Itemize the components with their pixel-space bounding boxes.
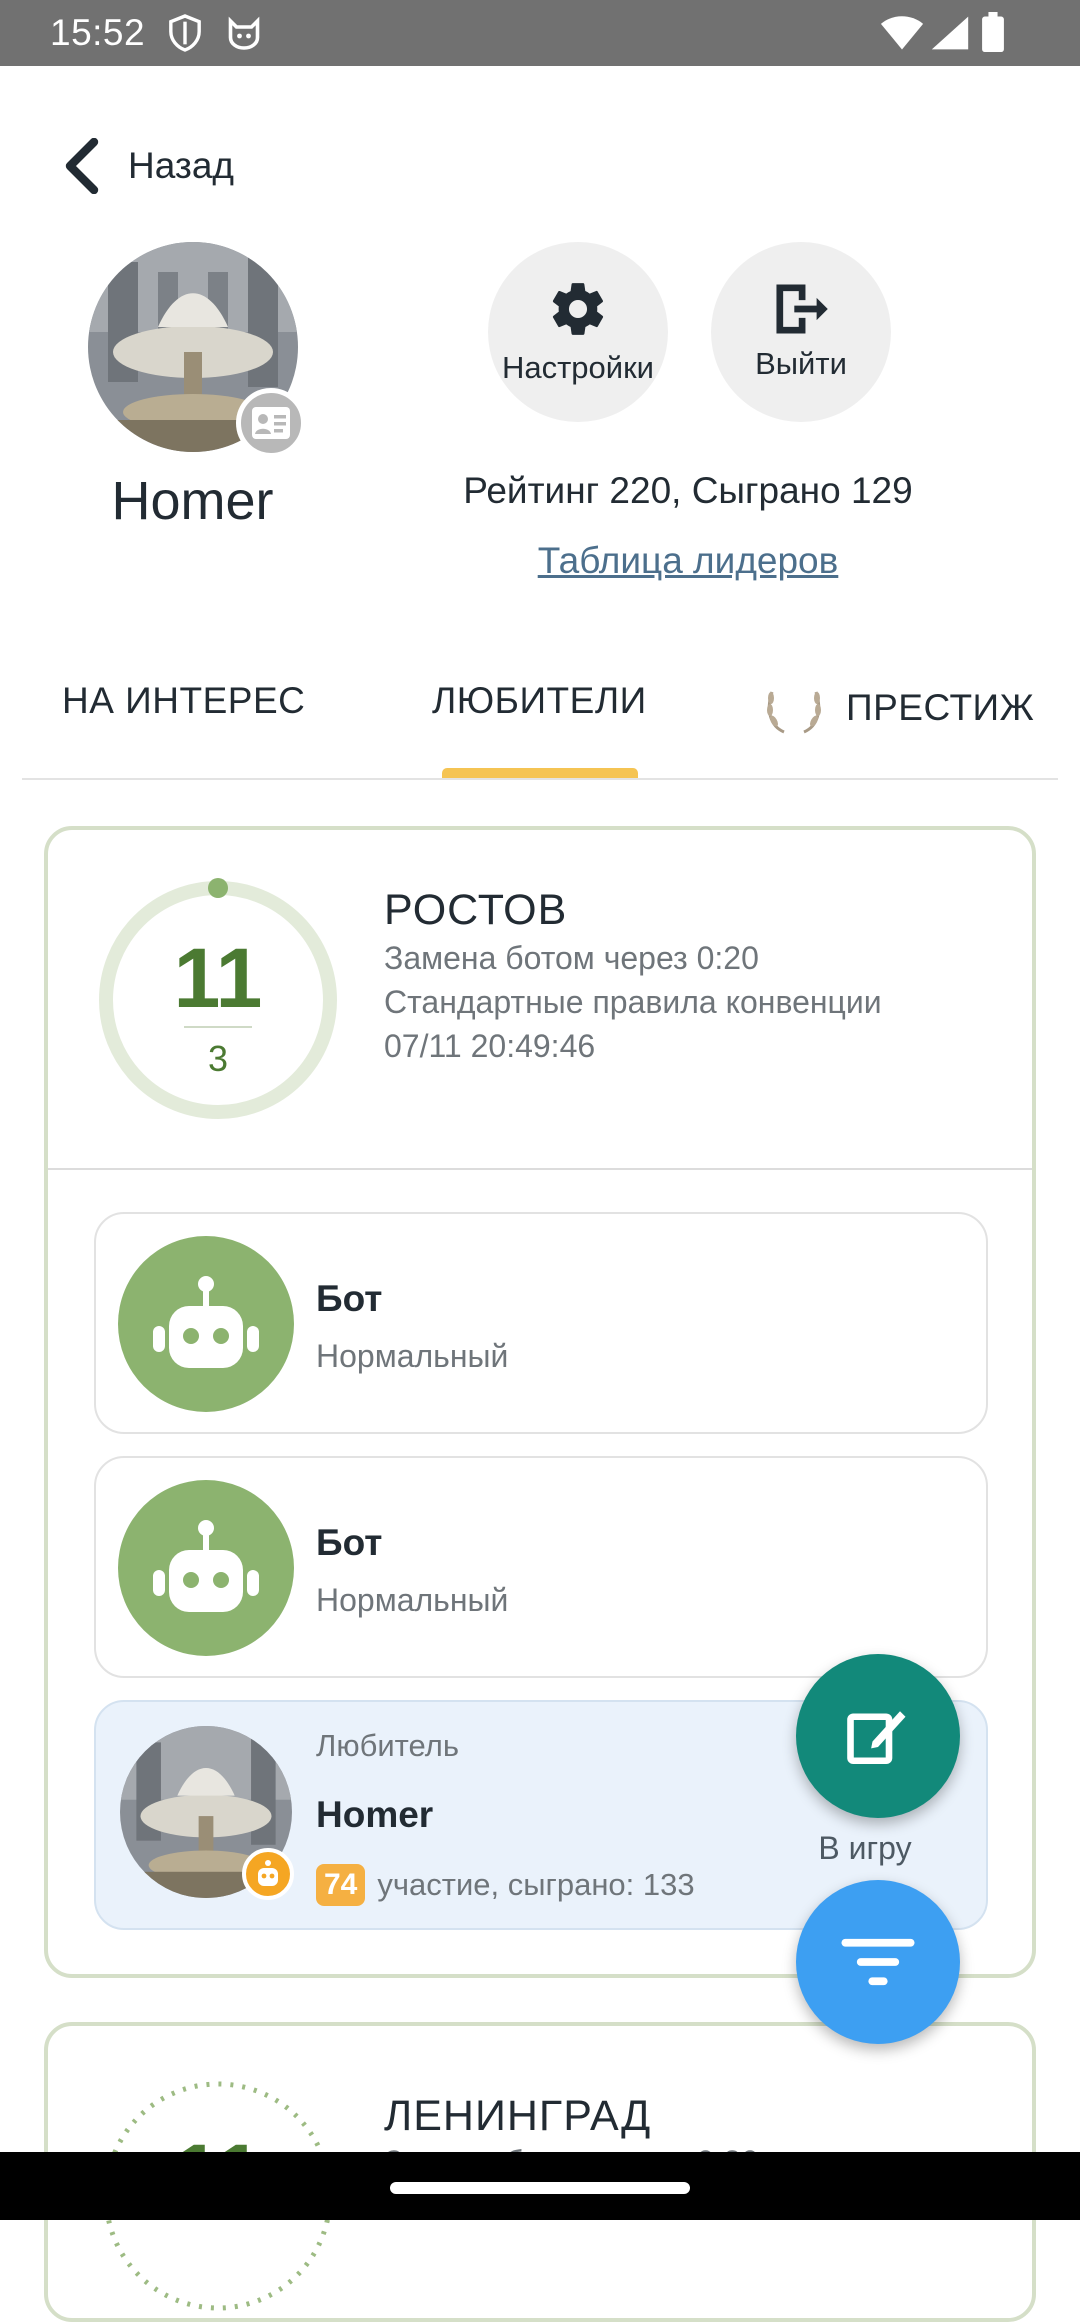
play-button-label: В игру	[818, 1830, 912, 1866]
bot-replacement-text: Замена ботом через 0:20	[384, 940, 759, 976]
filter-button[interactable]	[796, 1880, 960, 2044]
player-level: Нормальный	[316, 1582, 509, 1618]
player-stats: 74 участие, сыграно: 133	[316, 1864, 695, 1906]
status-time: 15:52	[50, 12, 146, 53]
play-button[interactable]	[796, 1654, 960, 1818]
laurel-wreath-icon	[767, 691, 821, 734]
rules-text: Стандартные правила конвенции	[384, 984, 882, 1020]
logout-button[interactable]: Выйти	[711, 242, 891, 422]
game-city: ЛЕНИНГРАД	[384, 2092, 652, 2140]
profile-card-icon	[236, 388, 306, 458]
leaderboard-link[interactable]: Таблица лидеров	[400, 540, 976, 582]
card-divider	[48, 1168, 1032, 1170]
player-name: Бот	[316, 1522, 383, 1563]
logout-icon	[776, 284, 828, 334]
edit-icon	[847, 1711, 906, 1765]
settings-button[interactable]: Настройки	[488, 242, 668, 422]
filter-icon	[841, 1938, 915, 1986]
home-gesture-handle[interactable]	[390, 2182, 690, 2194]
back-button[interactable]: Назад	[62, 136, 234, 196]
wifi-icon	[880, 16, 924, 50]
gear-icon	[552, 283, 604, 335]
cat-icon	[228, 16, 260, 50]
player-name: Бот	[316, 1278, 383, 1319]
player-stats-text: участие, сыграно: 133	[377, 1867, 695, 1902]
player-row[interactable]: Бот Нормальный	[94, 1212, 988, 1434]
logout-label: Выйти	[755, 346, 847, 381]
battery-icon	[982, 12, 1004, 52]
tab-amateurs[interactable]: ЛЮБИТЕЛИ	[432, 680, 647, 722]
rank-badge: 74	[316, 1864, 366, 1906]
player-role: Любитель	[316, 1728, 459, 1763]
player-name: Homer	[316, 1794, 434, 1835]
chevron-left-icon	[65, 138, 99, 194]
robot-icon	[118, 1236, 294, 1412]
profile-username: Homer	[111, 471, 274, 531]
score-current: 3	[207, 1038, 229, 1079]
tab-indicator	[442, 768, 638, 778]
rating-text: Рейтинг 220, Сыграно 129	[463, 470, 913, 511]
shield-icon	[169, 14, 201, 52]
game-datetime: 07/11 20:49:46	[384, 1028, 596, 1064]
status-bar: 15:52	[0, 0, 1080, 66]
robot-icon	[118, 1480, 294, 1656]
back-label: Назад	[128, 145, 235, 186]
settings-label: Настройки	[501, 350, 654, 385]
game-city: РОСТОВ	[384, 886, 568, 934]
tab-prestige-label: ПРЕСТИЖ	[846, 687, 1035, 728]
player-level: Нормальный	[316, 1338, 509, 1374]
robot-badge-icon	[242, 1848, 294, 1900]
score-divider	[184, 1026, 252, 1028]
signal-icon	[931, 16, 969, 50]
profile-avatar[interactable]	[88, 242, 306, 458]
tab-prestige[interactable]: ПРЕСТИЖ	[762, 680, 1034, 736]
game-type-tabs: НА ИНТЕРЕС ЛЮБИТЕЛИ ПРЕСТИЖ	[22, 660, 1058, 780]
player-row[interactable]: Бот Нормальный	[94, 1456, 988, 1678]
system-navigation-bar	[0, 2152, 1080, 2220]
tab-interest[interactable]: НА ИНТЕРЕС	[62, 680, 305, 722]
score-target: 11	[173, 931, 263, 1025]
